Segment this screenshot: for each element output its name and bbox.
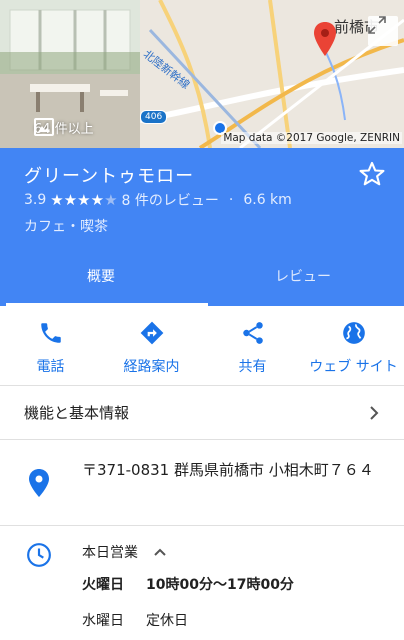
tab-overview[interactable]: 概要	[0, 252, 202, 306]
chevron-up-icon	[154, 548, 166, 556]
hours-section[interactable]: 本日営業 火曜日 10時00分～17時00分 水曜日 定休日	[0, 526, 404, 640]
save-star-icon[interactable]	[358, 160, 386, 188]
place-category: カフェ・喫茶	[24, 219, 108, 235]
expand-map-button[interactable]	[368, 16, 398, 46]
location-pin-icon	[29, 469, 49, 497]
star-icon: ★	[50, 191, 64, 209]
separator: ·	[228, 192, 234, 208]
hours-row: 水曜日 定休日	[82, 613, 188, 629]
place-name: グリーントゥモロー	[24, 166, 195, 187]
share-icon	[242, 322, 263, 344]
website-button[interactable]: ウェブ サイト	[303, 306, 404, 385]
rating-stars: ★★★★★	[50, 191, 117, 209]
directions-icon	[140, 321, 163, 345]
star-icon: ★	[90, 191, 105, 209]
features-row[interactable]: 機能と基本情報	[0, 386, 404, 440]
directions-button[interactable]: 経路案内	[101, 306, 202, 385]
route-badge: 406	[140, 110, 168, 124]
address-row[interactable]: 〒371-0831 群馬県前橋市 小相木町７６４	[0, 440, 404, 526]
clock-icon	[27, 543, 51, 567]
share-button[interactable]: 共有	[202, 306, 303, 385]
star-icon: ★	[63, 191, 78, 209]
map-credit: Map data ©2017 Google, ZENRIN	[221, 132, 402, 144]
address-text: 〒371-0831 群馬県前橋市 小相木町７６４	[82, 461, 374, 479]
globe-icon	[342, 322, 365, 344]
place-photo[interactable]: 64 件以上	[0, 0, 140, 148]
rating-value: 3.9	[24, 192, 47, 208]
rating-row[interactable]: 3.9 ★★★★★ 8 件のレビュー · 6.6 km	[24, 190, 292, 210]
photo-gallery-icon	[34, 118, 54, 136]
features-label: 機能と基本情報	[24, 404, 130, 422]
tab-reviews[interactable]: レビュー	[202, 252, 404, 306]
map-marker-icon	[314, 22, 336, 56]
phone-icon	[40, 323, 61, 343]
chevron-right-icon	[370, 406, 379, 420]
star-empty-icon: ★	[104, 191, 118, 209]
hours-row-today: 火曜日 10時00分～17時00分	[82, 577, 294, 593]
place-header: グリーントゥモロー 3.9 ★★★★★ 8 件のレビュー · 6.6 km カフ…	[0, 148, 404, 306]
photo-count[interactable]: 64 件以上	[34, 118, 94, 137]
expand-icon	[368, 16, 386, 34]
action-bar: 電話 経路案内 共有 ウェブ サイト	[0, 306, 404, 386]
hero-strip: 64 件以上 北陸新幹線 406 前橋市 Map data ©2017 Goog…	[0, 0, 404, 148]
map-preview[interactable]: 北陸新幹線 406 前橋市 Map data ©2017 Google, ZEN…	[140, 0, 404, 148]
tab-bar: 概要 レビュー	[0, 252, 404, 306]
review-count: 8 件のレビュー	[121, 193, 219, 209]
distance: 6.6 km	[243, 192, 292, 208]
star-icon: ★	[77, 191, 91, 209]
hours-status[interactable]: 本日営業	[82, 542, 168, 562]
call-button[interactable]: 電話	[0, 306, 101, 385]
